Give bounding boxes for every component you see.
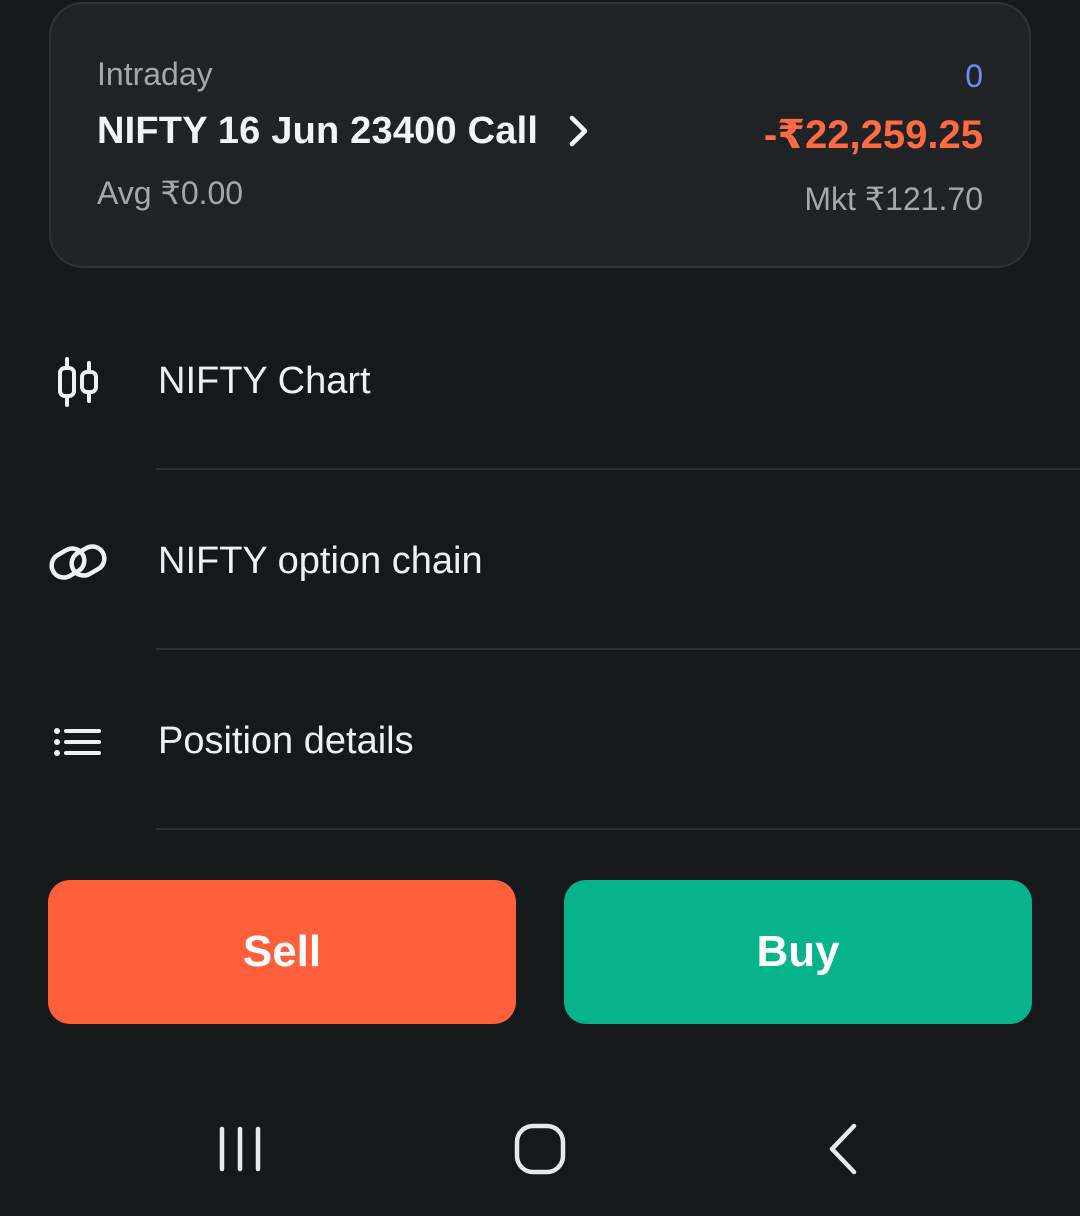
position-quantity: 0	[965, 58, 983, 94]
divider	[156, 828, 1080, 830]
list-icon	[48, 712, 108, 772]
system-navigation-bar	[0, 1090, 1080, 1216]
product-type: Intraday	[97, 56, 213, 92]
menu-item-option-chain[interactable]: NIFTY option chain	[0, 472, 1080, 652]
instrument-title-row[interactable]: NIFTY 16 Jun 23400 Call	[97, 104, 590, 158]
position-card[interactable]: Intraday NIFTY 16 Jun 23400 Call Avg ₹0.…	[49, 2, 1031, 268]
position-screen: Intraday NIFTY 16 Jun 23400 Call Avg ₹0.…	[0, 0, 1080, 1216]
menu-item-label: Position details	[158, 720, 414, 762]
profit-loss-value: -₹22,259.25	[763, 113, 983, 157]
sell-button[interactable]: Sell	[48, 880, 516, 1024]
divider	[156, 648, 1080, 650]
instrument-name[interactable]: NIFTY 16 Jun 23400 Call	[97, 110, 538, 153]
candlestick-chart-icon	[48, 352, 108, 412]
home-icon[interactable]	[500, 1114, 580, 1184]
link-icon	[48, 532, 108, 592]
back-icon[interactable]	[804, 1114, 884, 1184]
menu-item-chart[interactable]: NIFTY Chart	[0, 292, 1080, 472]
menu-item-position-details[interactable]: Position details	[0, 652, 1080, 832]
divider	[156, 468, 1080, 470]
market-price: Mkt ₹121.70	[804, 181, 983, 217]
recent-apps-icon[interactable]	[200, 1114, 280, 1184]
menu-item-label: NIFTY Chart	[158, 360, 371, 402]
chevron-right-icon[interactable]	[568, 114, 590, 148]
buy-button[interactable]: Buy	[564, 880, 1032, 1024]
menu-item-label: NIFTY option chain	[158, 540, 483, 582]
average-price: Avg ₹0.00	[97, 175, 244, 211]
